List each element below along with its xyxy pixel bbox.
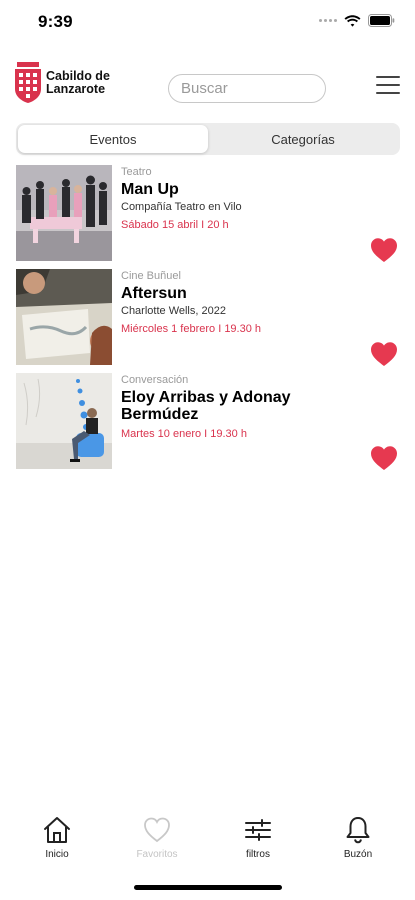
favorite-heart-icon[interactable] [370, 445, 398, 471]
event-image-man-up [16, 165, 112, 261]
event-category: Conversación [121, 374, 189, 386]
logo-text: Cabildo de Lanzarote [46, 70, 110, 96]
event-date: Martes 10 enero I 19.30 h [121, 428, 247, 440]
nav-label: Favoritos [136, 849, 178, 860]
app-screen: 9:39 Cabildo de Lanzarote Buscar Eventos… [0, 0, 415, 900]
event-info: Conversación Eloy Arribas y Adonay Bermú… [121, 374, 366, 441]
event-title: Aftersun [121, 285, 187, 302]
favorite-heart-icon[interactable] [370, 341, 398, 367]
logo-line-2: Lanzarote [46, 82, 106, 96]
nav-filtros[interactable]: filtros [218, 815, 298, 860]
event-card-man-up[interactable]: Teatro Man Up Compañía Teatro en Vilo Sá… [16, 165, 400, 263]
favorite-heart-icon[interactable] [370, 237, 398, 263]
event-subtitle: Charlotte Wells, 2022 [121, 305, 226, 317]
event-category: Cine Buñuel [121, 270, 181, 282]
event-date: Sábado 15 abril I 20 h [121, 219, 229, 231]
event-category: Teatro [121, 166, 152, 178]
status-time: 9:39 [38, 12, 73, 31]
status-icons [319, 14, 395, 27]
nav-label: Buzón [343, 849, 373, 860]
nav-label: Inicio [45, 849, 69, 860]
nav-label: filtros [246, 849, 270, 860]
event-card-aftersun[interactable]: Cine Buñuel Aftersun Charlotte Wells, 20… [16, 269, 400, 367]
event-subtitle: Compañía Teatro en Vilo [121, 201, 242, 213]
search-input[interactable] [168, 74, 326, 103]
cabildo-logo[interactable]: Cabildo de Lanzarote [14, 62, 110, 104]
event-title: Eloy Arribas y Adonay Bermúdez [121, 389, 291, 423]
event-title: Man Up [121, 181, 179, 198]
tab-eventos[interactable]: Eventos [18, 125, 208, 153]
app-header: Cabildo de Lanzarote [0, 62, 415, 112]
battery-icon [368, 14, 395, 27]
event-info: Teatro Man Up Compañía Teatro en Vilo Sá… [121, 166, 366, 232]
cellular-signal-icon [319, 19, 337, 22]
nav-favoritos[interactable]: Favoritos [117, 815, 197, 860]
status-bar: 9:39 [0, 0, 415, 44]
bell-icon [346, 817, 370, 844]
event-image-aftersun [16, 269, 112, 365]
coat-of-arms-icon [15, 62, 41, 103]
event-image-eloy-arribas [16, 373, 112, 469]
event-date: Miércoles 1 febrero I 19.30 h [121, 323, 262, 335]
sliders-icon [245, 819, 271, 841]
event-info: Cine Buñuel Aftersun Charlotte Wells, 20… [121, 270, 366, 336]
segmented-control: Eventos Categorías [16, 123, 400, 155]
nav-buzon[interactable]: Buzón [318, 815, 398, 860]
wifi-icon [344, 14, 361, 27]
event-card-eloy-arribas[interactable]: Conversación Eloy Arribas y Adonay Bermú… [16, 373, 400, 471]
home-icon [44, 817, 70, 843]
nav-inicio[interactable]: Inicio [17, 815, 97, 860]
tab-categorias[interactable]: Categorías [208, 125, 398, 153]
hamburger-menu-icon[interactable] [376, 76, 404, 100]
heart-outline-icon [144, 817, 170, 843]
bottom-navigation: Inicio Favoritos filtros Buzón [0, 815, 415, 875]
home-indicator[interactable] [134, 885, 282, 890]
